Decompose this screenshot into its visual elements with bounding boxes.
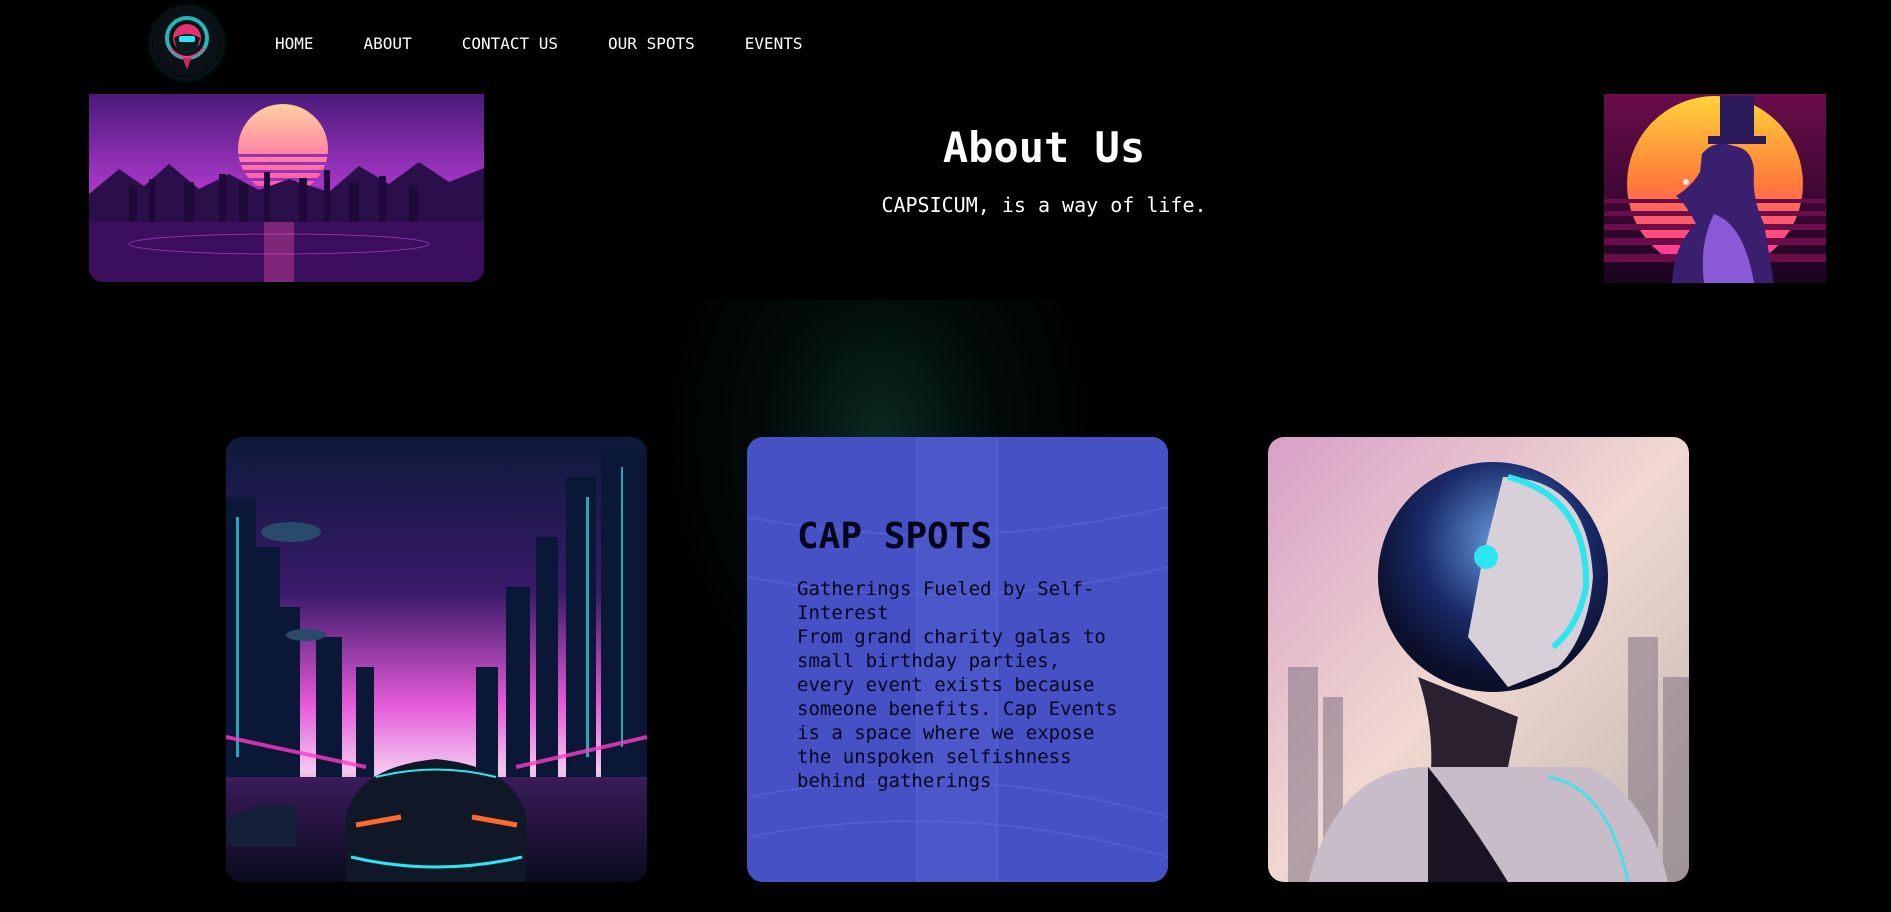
card-body-text: From grand charity galas to small birthd… — [797, 626, 1118, 792]
cyberpunk-car-city-image — [226, 437, 647, 882]
card-heading-line: Gatherings Fueled by Self-Interest — [797, 578, 1095, 624]
cap-spots-card: CAP SPOTS Gatherings Fueled by Self-Inte… — [747, 437, 1168, 882]
top-nav: HOME ABOUT CONTACT US OUR SPOTS EVENTS — [0, 0, 1891, 88]
nav-events-link[interactable]: EVENTS — [745, 33, 803, 55]
nav-contact-link[interactable]: CONTACT US — [462, 33, 558, 55]
nav-home-link[interactable]: HOME — [275, 33, 314, 55]
nav-about-link[interactable]: ABOUT — [364, 33, 412, 55]
robot-helmet-city-image — [1268, 437, 1689, 882]
page-subtitle: CAPSICUM, is a way of life. — [881, 193, 1207, 217]
card-title: CAP SPOTS — [797, 516, 993, 557]
skull-logo-icon[interactable] — [152, 8, 222, 78]
nav-our-spots-link[interactable]: OUR SPOTS — [608, 33, 695, 55]
page: HOME ABOUT CONTACT US OUR SPOTS EVENTS A… — [0, 0, 1891, 912]
nav-links: HOME ABOUT CONTACT US OUR SPOTS EVENTS — [275, 33, 803, 55]
page-title: About Us — [942, 123, 1146, 172]
card-content: CAP SPOTS Gatherings Fueled by Self-Inte… — [797, 515, 1127, 793]
